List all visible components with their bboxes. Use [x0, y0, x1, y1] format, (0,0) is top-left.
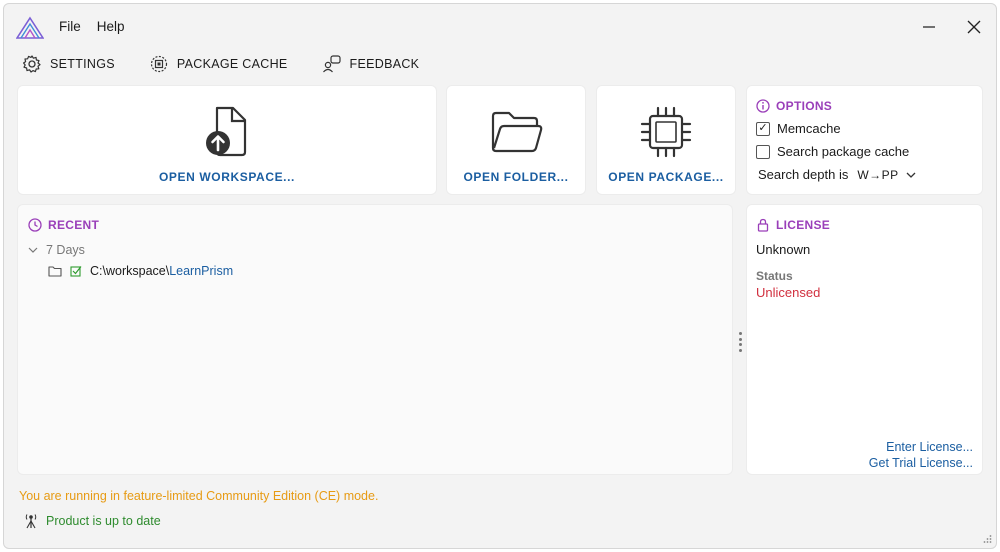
open-workspace-label: OPEN WORKSPACE...: [159, 170, 295, 184]
recent-card: RECENT 7 Days C:\workspace\LearnPrism: [17, 204, 733, 475]
search-depth-dropdown[interactable]: W→PP: [857, 168, 898, 182]
chevron-down-icon[interactable]: [28, 245, 38, 255]
app-logo-icon: [16, 16, 44, 39]
license-title-text: LICENSE: [776, 218, 831, 232]
open-folder-label: OPEN FOLDER...: [463, 170, 569, 184]
settings-button[interactable]: SETTINGS: [22, 54, 115, 74]
workspace-check-icon: [70, 266, 82, 277]
search-depth-label: Search depth is: [758, 167, 849, 182]
search-cache-label: Search package cache: [777, 144, 910, 159]
panel-splitter[interactable]: [738, 332, 742, 352]
package-cache-icon: [150, 55, 168, 73]
memcache-checkbox[interactable]: ✓: [756, 121, 770, 136]
recent-item-path-name: LearnPrism: [169, 264, 234, 278]
chevron-down-icon[interactable]: [905, 169, 917, 181]
minimize-icon: [923, 26, 935, 28]
menu-bar: File Help: [59, 19, 125, 34]
antenna-icon: [25, 514, 37, 529]
title-bar: File Help: [4, 4, 996, 48]
package-cache-button[interactable]: PACKAGE CACHE: [149, 54, 288, 74]
info-icon: [756, 99, 770, 113]
workspace-upload-icon: [206, 106, 247, 157]
close-icon: [967, 20, 981, 34]
gear-icon: [23, 55, 41, 73]
recent-item[interactable]: C:\workspace\LearnPrism: [48, 264, 233, 278]
recent-item-path-prefix: C:\workspace\: [90, 264, 170, 278]
folder-icon: [48, 266, 62, 277]
license-card: LICENSE Unknown Status Unlicensed Enter …: [746, 204, 983, 475]
options-title: OPTIONS: [756, 99, 982, 113]
options-title-text: OPTIONS: [776, 99, 833, 113]
feedback-label: FEEDBACK: [349, 57, 420, 71]
search-cache-checkbox[interactable]: [756, 144, 770, 159]
feedback-button[interactable]: FEEDBACK: [322, 54, 420, 74]
license-status-value: Unlicensed: [756, 285, 821, 300]
app-window: File Help SETTINGS PACKAGE CACHE FEEDBAC…: [3, 3, 997, 549]
clock-icon: [28, 218, 42, 232]
search-cache-option[interactable]: Search package cache: [756, 144, 982, 159]
update-status-text: Product is up to date: [46, 514, 161, 528]
open-workspace-card[interactable]: OPEN WORKSPACE...: [17, 85, 437, 195]
recent-group-label: 7 Days: [46, 243, 85, 257]
chip-icon: [640, 106, 692, 158]
folder-open-icon: [491, 111, 543, 153]
open-package-label: OPEN PACKAGE...: [608, 170, 724, 184]
recent-title: RECENT: [28, 218, 99, 232]
enter-license-link[interactable]: Enter License...: [886, 440, 973, 454]
minimize-button[interactable]: [909, 12, 949, 42]
feedback-icon: [322, 55, 341, 73]
recent-group-7days[interactable]: 7 Days: [28, 243, 85, 257]
open-package-card[interactable]: OPEN PACKAGE...: [596, 85, 736, 195]
recent-title-text: RECENT: [48, 218, 100, 232]
license-status-label: Status: [756, 269, 793, 283]
toolbar: SETTINGS PACKAGE CACHE FEEDBACK: [22, 51, 453, 77]
edition-warning: You are running in feature-limited Commu…: [19, 489, 379, 503]
settings-label: SETTINGS: [50, 57, 115, 71]
resize-grip-icon[interactable]: [982, 534, 992, 544]
close-button[interactable]: [954, 12, 994, 42]
trial-license-link[interactable]: Get Trial License...: [869, 456, 973, 470]
search-depth-row: Search depth is W→PP: [756, 167, 982, 182]
options-card: OPTIONS ✓ Memcache Search package cache …: [746, 85, 983, 195]
memcache-option[interactable]: ✓ Memcache: [756, 121, 982, 136]
update-status: Product is up to date: [24, 513, 161, 529]
menu-file[interactable]: File: [59, 19, 81, 34]
package-cache-label: PACKAGE CACHE: [176, 57, 288, 71]
recent-item-path[interactable]: C:\workspace\LearnPrism: [90, 264, 233, 278]
license-holder: Unknown: [756, 242, 811, 257]
license-title: LICENSE: [756, 218, 830, 232]
memcache-label: Memcache: [777, 121, 841, 136]
lock-icon: [757, 218, 769, 232]
menu-help[interactable]: Help: [97, 19, 125, 34]
open-folder-card[interactable]: OPEN FOLDER...: [446, 85, 586, 195]
